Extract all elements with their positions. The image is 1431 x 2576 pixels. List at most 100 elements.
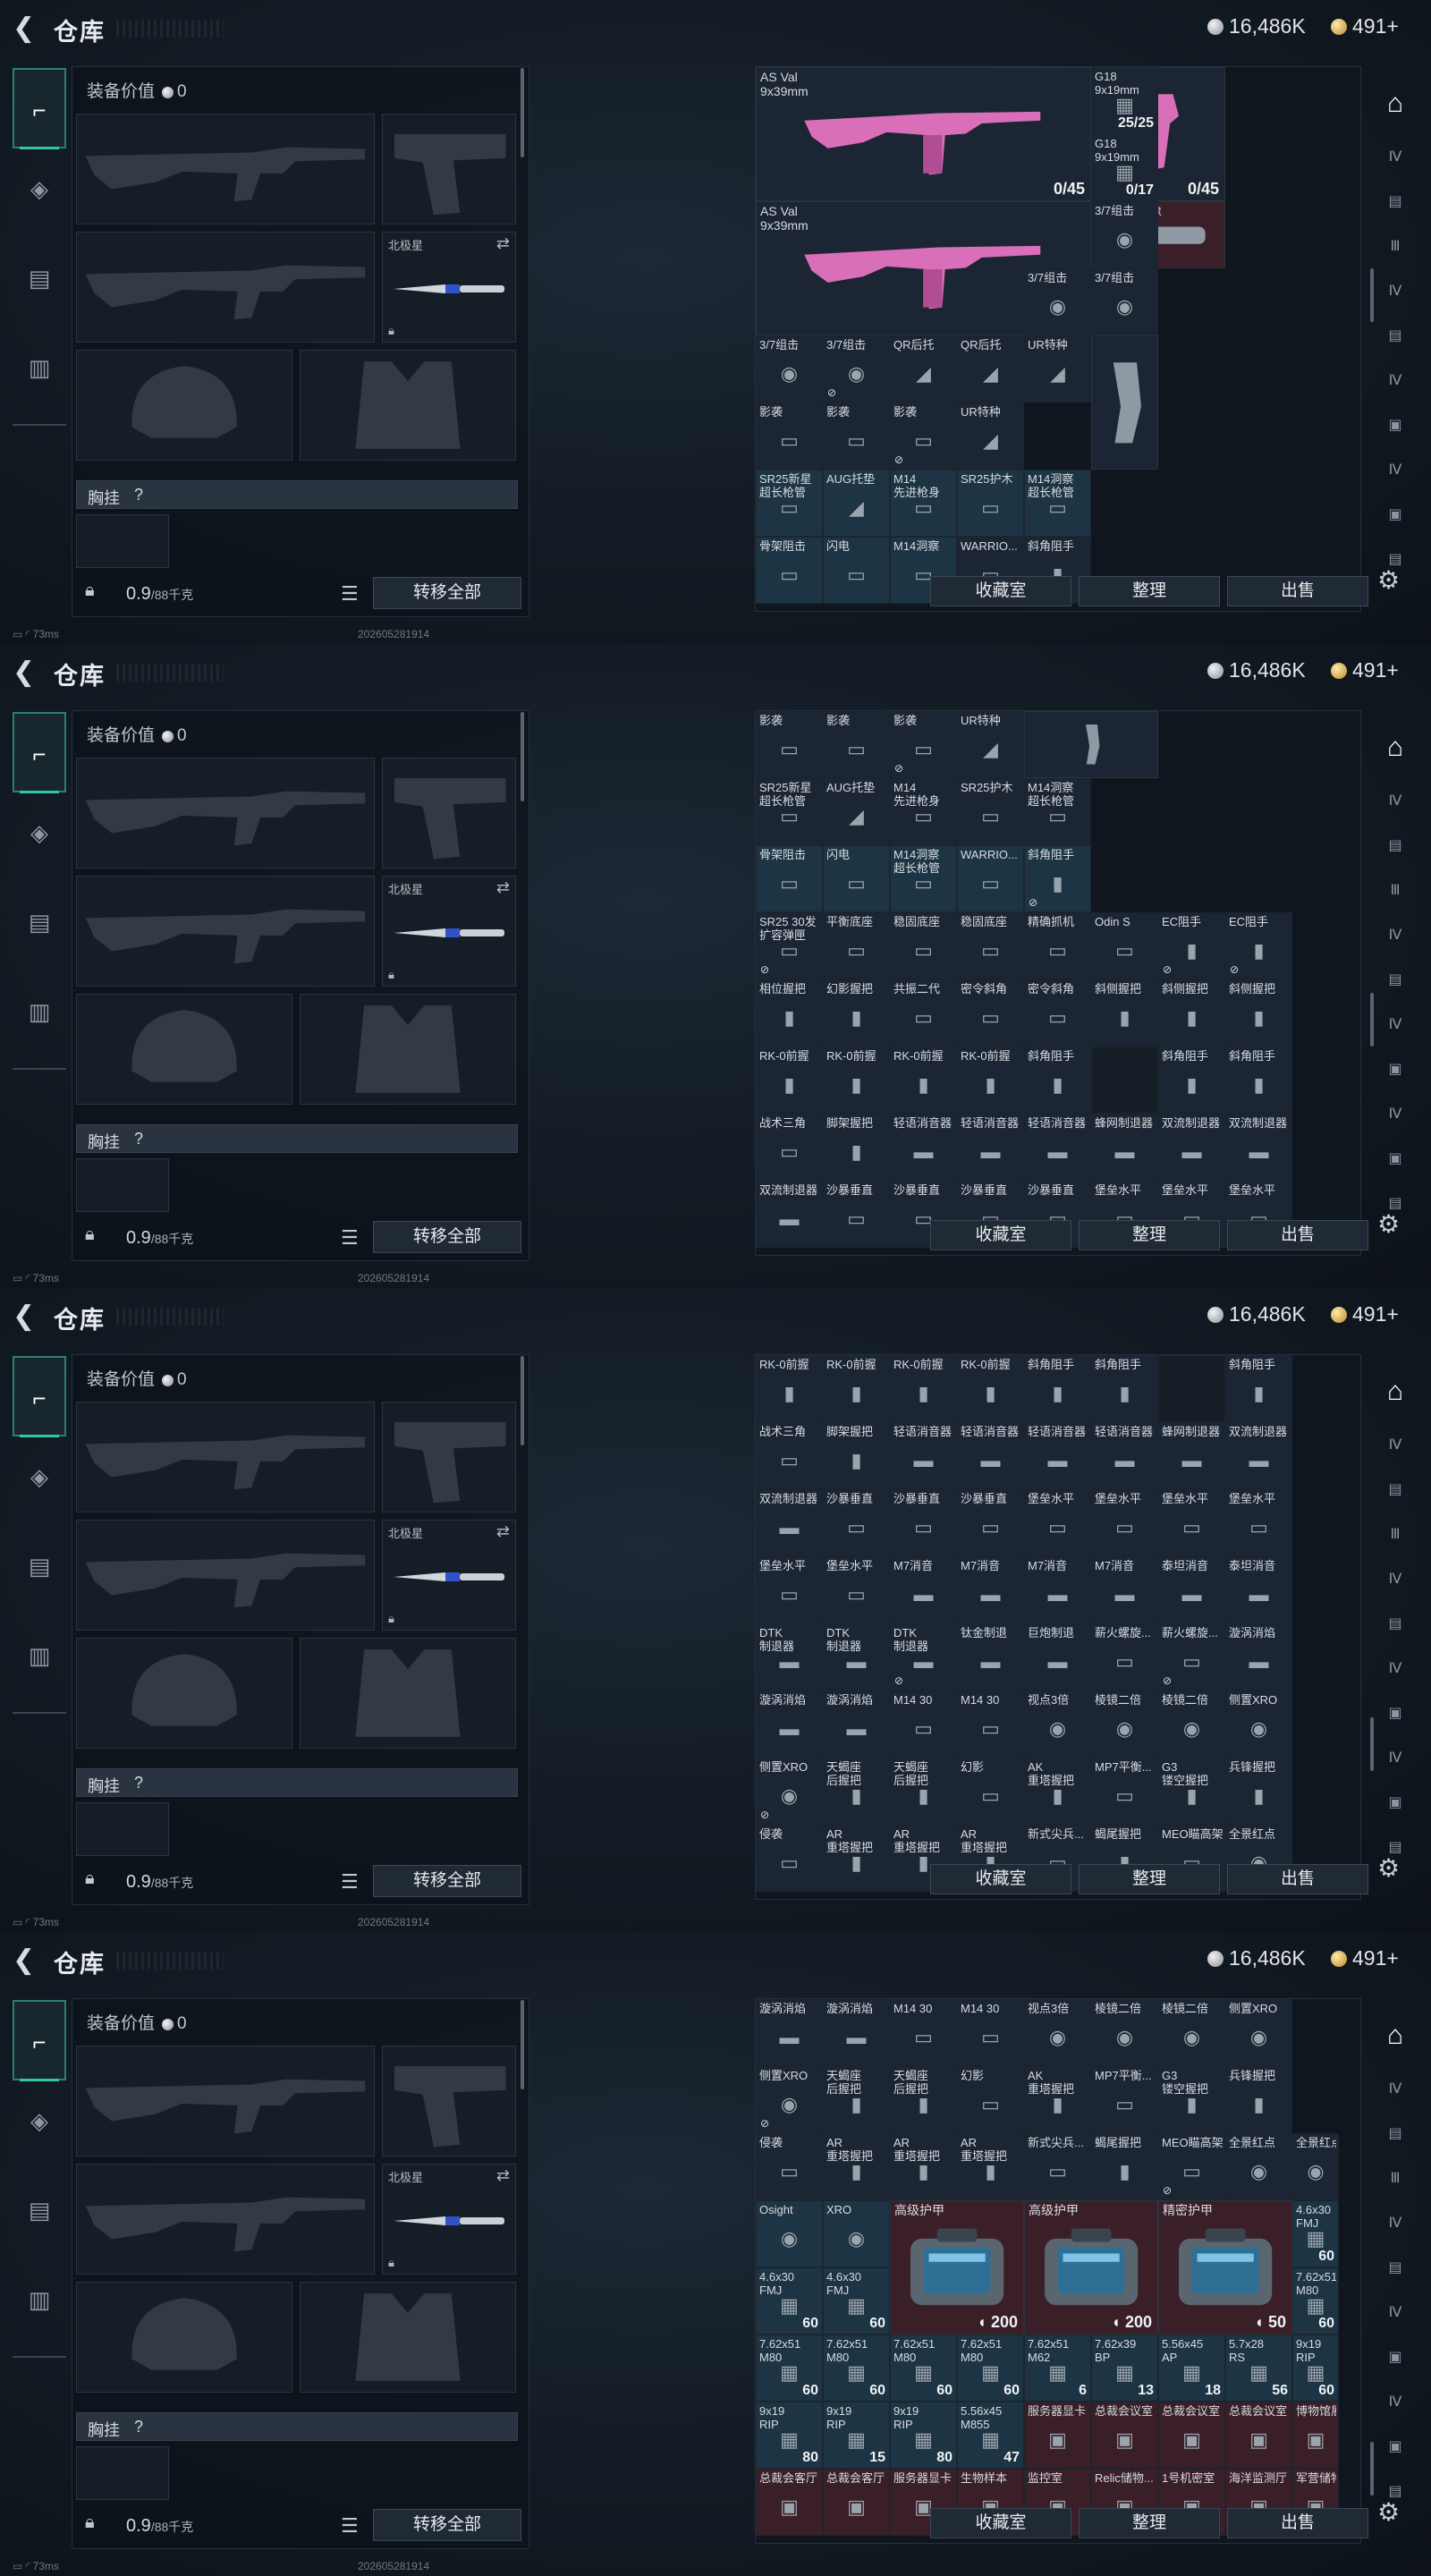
stash-item[interactable]: 影袭 ▭ xyxy=(823,711,890,778)
stash-item[interactable]: XRO ◉ xyxy=(823,2200,890,2267)
chest-rig-help[interactable]: ? xyxy=(134,2418,143,2436)
stash-item[interactable]: 9x19 RIP ▦ 80 xyxy=(756,2402,823,2469)
collection-button[interactable]: 收藏室 xyxy=(930,576,1071,606)
stash-item[interactable]: M14 30 ▭ xyxy=(957,1999,1024,2066)
back-arrow-icon[interactable]: ❮ xyxy=(13,1302,39,1331)
stash-item[interactable]: 总裁会议室 ▣ xyxy=(1091,2402,1158,2469)
stash-item[interactable]: RK-0前握 ▮ xyxy=(823,1355,890,1422)
stash-item[interactable]: RK-0前握 ▮ xyxy=(890,1355,957,1422)
stash-item[interactable]: M14 30 ▭ xyxy=(890,1999,957,2066)
stash-item[interactable]: 沙暴垂直 ▭ xyxy=(957,1489,1024,1556)
sort-button[interactable]: 整理 xyxy=(1079,1864,1220,1894)
stash-item[interactable]: 影袭 ▭ xyxy=(756,711,823,778)
stash-item-large[interactable]: 高级护甲 ◖ 200 xyxy=(1024,2200,1158,2334)
stash-item[interactable]: 斜角阻手 ▮ ⊘ xyxy=(1024,845,1091,912)
transfer-all-button[interactable]: 转移全部 xyxy=(373,2509,521,2541)
stash-item[interactable]: SR25新星 超长枪管 ▭ xyxy=(756,778,823,845)
stash-item[interactable]: 堡垒水平 ▭ xyxy=(1024,1489,1091,1556)
back-arrow-icon[interactable]: ❮ xyxy=(13,658,39,687)
stash-item[interactable]: RK-0前握 ▮ xyxy=(756,1046,823,1114)
stash-item[interactable]: 天蝎座 后握把 ▮ xyxy=(890,2066,957,2133)
stash-item[interactable]: 4.6x30 FMJ ▦ 60 xyxy=(823,2267,890,2334)
stash-item[interactable]: 天蝎座 后握把 ▮ xyxy=(823,1758,890,1825)
stash-tab-icon[interactable]: ▣ xyxy=(1376,2338,1415,2377)
stash-item[interactable]: 3/7组击 ◉ ⊘ xyxy=(823,335,890,402)
list-icon[interactable]: ☰ xyxy=(341,2514,359,2538)
stash-item[interactable]: 共振二代 ▭ xyxy=(890,979,957,1046)
stash-item[interactable]: UR特种 ◢ xyxy=(957,711,1024,778)
vest-icon[interactable]: ▤ xyxy=(13,238,66,318)
transfer-all-button[interactable]: 转移全部 xyxy=(373,577,521,609)
gold-currency[interactable]: 491+ xyxy=(1331,14,1399,38)
stash-tab-icon[interactable]: ▤ xyxy=(1376,961,1415,1000)
stash-item[interactable]: SR25护木 ▭ xyxy=(957,470,1024,537)
stash-item[interactable]: 沙暴垂直 ▭ xyxy=(823,1489,890,1556)
gold-currency[interactable]: 491+ xyxy=(1331,658,1399,682)
stash-item[interactable]: AK 重塔握把 ▮ xyxy=(1024,2066,1091,2133)
collection-button[interactable]: 收藏室 xyxy=(930,1864,1071,1894)
stash-item[interactable]: 影袭 ▭ ⊘ xyxy=(890,402,957,470)
gun-icon[interactable]: ⌐ xyxy=(13,1356,66,1437)
stash-item[interactable]: AUG托垫 ◢ xyxy=(823,470,890,537)
armor-slot[interactable] xyxy=(300,994,516,1105)
stash-item[interactable]: G18 9x19mm ▦ 0/17 xyxy=(1091,134,1158,201)
stash-item[interactable]: 钛金制退 ▬ xyxy=(957,1623,1024,1690)
stash-tab-icon[interactable]: ▣ xyxy=(1376,1694,1415,1733)
stash-item[interactable]: 侵袭 ▭ xyxy=(756,2133,823,2200)
stash-item[interactable]: M14 先进枪身 ▭ xyxy=(890,778,957,845)
loadout-scrollbar[interactable] xyxy=(521,712,524,801)
stash-item[interactable]: 侧置XRO ◉ xyxy=(1225,1690,1292,1758)
stash-item[interactable]: 影袭 ▭ xyxy=(756,402,823,470)
stash-tab-icon[interactable]: ▣ xyxy=(1376,1140,1415,1179)
secondary-preview-slot[interactable]: 北极星 ⇄ 🔒︎ xyxy=(382,232,516,343)
stash-item[interactable]: WARRIO... ▭ xyxy=(957,845,1024,912)
vest-icon[interactable]: ▤ xyxy=(13,2170,66,2250)
stash-item[interactable]: 博物馆展... ▣ xyxy=(1292,2402,1339,2469)
stash-item[interactable]: 兵锋握把 ▮ xyxy=(1225,2066,1292,2133)
pistol-slot[interactable] xyxy=(382,758,516,869)
stash-item[interactable]: 全景红点 ◉ xyxy=(1292,2133,1339,2200)
stash-tab-icon[interactable]: Ⅳ xyxy=(1376,451,1415,490)
stash-item[interactable]: 堡垒水平 ▭ xyxy=(823,1556,890,1623)
stash-tab-icon[interactable]: ▤ xyxy=(1376,2249,1415,2288)
stash-item[interactable]: 骨架阻击 ▭ xyxy=(756,845,823,912)
stash-item[interactable]: 7.62x51 M80 ▦ 60 xyxy=(890,2334,957,2402)
stash-tab-icon[interactable]: Ⅲ xyxy=(1376,1515,1415,1555)
stash-tab-icon[interactable]: ▤ xyxy=(1376,826,1415,866)
collection-button[interactable]: 收藏室 xyxy=(930,2508,1071,2538)
stash-item[interactable]: EC阻手 ▮ ⊘ xyxy=(1158,912,1225,979)
stash-item[interactable]: 堡垒水平 ▭ xyxy=(756,1556,823,1623)
sell-button[interactable]: 出售 xyxy=(1227,1220,1368,1250)
stash-item[interactable]: 3/7组击 ◉ xyxy=(756,335,823,402)
stash-item[interactable]: 双流制退器 ▬ xyxy=(1225,1422,1292,1489)
stash-item[interactable]: 全景红点 ◉ xyxy=(1225,2133,1292,2200)
stash-item[interactable]: 视点3倍 ◉ xyxy=(1024,1690,1091,1758)
stash-item[interactable]: Odin S ▭ xyxy=(1091,912,1158,979)
stash-tab-icon[interactable]: Ⅳ xyxy=(1376,2204,1415,2243)
stash-item[interactable]: 总裁会议室 ▣ xyxy=(1158,2402,1225,2469)
briefcase-icon[interactable]: ▥ xyxy=(13,2259,66,2340)
helmet-slot[interactable] xyxy=(76,2282,292,2393)
stash-item[interactable]: RK-0前握 ▮ xyxy=(756,1355,823,1422)
stash-tab-icon[interactable]: Ⅳ xyxy=(1376,1005,1415,1045)
collection-button[interactable]: 收藏室 xyxy=(930,1220,1071,1250)
stash-item[interactable]: SR25护木 ▭ xyxy=(957,778,1024,845)
stash-item[interactable]: M7消音 ▬ xyxy=(1091,1556,1158,1623)
stash-item[interactable]: 幻影 ▭ xyxy=(957,1758,1024,1825)
stash-item[interactable]: AR 重塔握把 ▮ xyxy=(957,2133,1024,2200)
stash-item[interactable]: 漩涡消焰 ▬ xyxy=(756,1690,823,1758)
chest-rig-header[interactable]: 胸挂? xyxy=(76,1124,518,1153)
loadout-scrollbar[interactable] xyxy=(521,2000,524,2089)
secondary-weapon-slot[interactable] xyxy=(76,2164,375,2275)
stash-item-large[interactable]: 高级护甲 ◖ 200 xyxy=(890,2200,1024,2334)
stash-item[interactable]: 薪火螺旋... ▭ xyxy=(1091,1623,1158,1690)
stash-item[interactable]: 9x19 RIP ▦ 60 xyxy=(1292,2334,1339,2402)
helmet-slot[interactable] xyxy=(76,350,292,461)
stash-item-large[interactable]: 精密护甲 ◖ 50 xyxy=(1158,2200,1292,2334)
stash-item[interactable]: 侧置XRO ◉ xyxy=(1225,1999,1292,2066)
stash-tab-icon[interactable]: ▤ xyxy=(1376,2114,1415,2154)
stash-item[interactable]: 漩涡消焰 ▬ xyxy=(1225,1623,1292,1690)
stash-item[interactable]: 稳固底座 ▭ xyxy=(957,912,1024,979)
stash-item[interactable]: 双流制退器 ▬ xyxy=(1158,1114,1225,1181)
stash-item[interactable]: QR后托 ◢ xyxy=(890,335,957,402)
